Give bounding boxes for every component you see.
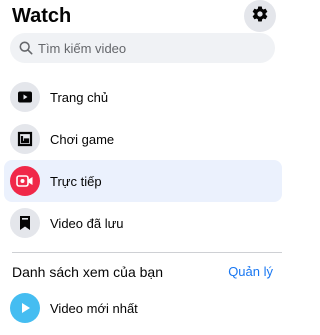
menu-item-label: Video mới nhất [50,300,138,316]
menu-item-label: Trang chủ [50,89,109,105]
live-camera-icon [10,166,40,196]
gear-icon [251,5,269,28]
menu-item-label: Video đã lưu [50,215,124,231]
manage-link[interactable]: Quản lý [228,264,273,279]
settings-button[interactable] [244,0,276,32]
watchlist-title: Danh sách xem của bạn [12,264,163,280]
play-icon [10,293,40,323]
search-bar[interactable] [10,33,275,63]
search-input[interactable] [38,40,258,56]
play-icon [10,82,40,112]
menu-item-label: Trực tiếp [50,173,102,189]
watch-menu: Trang chủ Chơi game Trực tiếp Video đã l… [4,76,282,244]
menu-item-home[interactable]: Trang chủ [4,76,282,118]
watchlist-list: Video mới nhất [4,287,282,329]
bookmark-icon [10,208,40,238]
menu-item-label: Chơi game [50,131,115,147]
menu-item-saved[interactable]: Video đã lưu [4,202,282,244]
watch-header: Watch [12,0,284,32]
menu-item-live[interactable]: Trực tiếp [4,160,282,202]
menu-item-gaming[interactable]: Chơi game [4,118,282,160]
search-icon [18,40,34,56]
gaming-icon [10,124,40,154]
divider [12,252,282,253]
menu-item-latest-videos[interactable]: Video mới nhất [4,287,282,329]
page-title: Watch [12,5,72,27]
